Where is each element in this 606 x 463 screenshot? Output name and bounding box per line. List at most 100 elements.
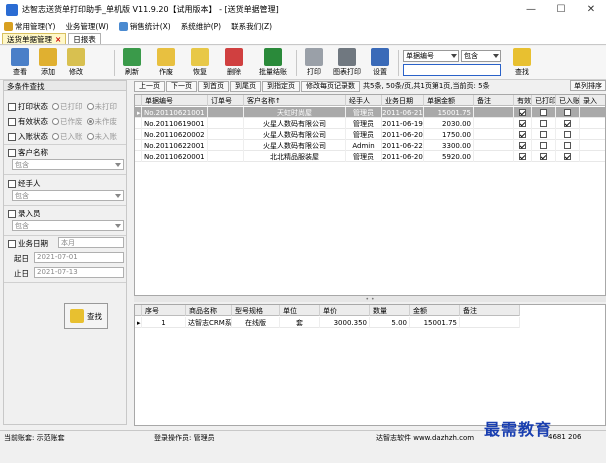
next-page-button[interactable]: 下一页 (166, 80, 197, 92)
grid-splitter[interactable]: • • (134, 296, 606, 303)
column-header[interactable]: 已打印 (532, 95, 556, 106)
column-header[interactable]: 客户名称↑ (244, 95, 346, 106)
last-page-button[interactable]: 到尾页 (230, 80, 261, 92)
page-size-button[interactable]: 修改每页记录数 (301, 80, 360, 92)
menu-common[interactable]: 常用管理(Y) (4, 21, 55, 32)
table-row[interactable]: ▸ No.20110621001 天虹时尚屋 管理员 2011-06-21 15001.7… (135, 107, 605, 118)
handler-checkbox[interactable] (8, 179, 16, 188)
batch-settle-button[interactable]: 批量结账 (256, 48, 290, 78)
printed-checkbox[interactable] (540, 120, 547, 127)
maximize-button[interactable]: ☐ (546, 0, 576, 19)
customer-checkbox[interactable] (8, 148, 16, 157)
add-button[interactable]: 添加 (34, 48, 62, 78)
valid-status-checkbox[interactable] (8, 117, 16, 126)
search-match-select[interactable]: 包含 (461, 50, 501, 62)
filter-find-button[interactable]: 查找 (64, 303, 108, 329)
table-row[interactable]: No.20110620002 火星人数码有限公司 管理员 2011-06-20 1750… (135, 129, 605, 140)
view-button[interactable]: 查看 (6, 48, 34, 78)
print-button[interactable]: 打印 (300, 48, 328, 78)
column-header[interactable]: 录入 (580, 95, 605, 106)
restore-button[interactable]: 恢复 (186, 48, 214, 78)
single-column-sort-button[interactable]: 单列排序 (570, 80, 606, 91)
printed-checkbox[interactable] (540, 109, 547, 116)
start-date-input[interactable]: 2021-07-01 (34, 252, 124, 263)
delete-button[interactable]: 删除 (220, 48, 248, 78)
column-header[interactable]: 备注 (474, 95, 514, 106)
printed-checkbox[interactable] (540, 153, 547, 160)
cell-amount: 5920.00 (424, 151, 474, 162)
entered-checkbox[interactable] (564, 142, 571, 149)
voided-radio[interactable] (52, 118, 59, 125)
printed-checkbox[interactable] (540, 142, 547, 149)
first-page-button[interactable]: 到首页 (198, 80, 229, 92)
print-status-checkbox[interactable] (8, 102, 16, 111)
column-header[interactable]: 单据金额 (424, 95, 474, 106)
search-button[interactable]: 查找 (508, 48, 536, 78)
tab-daily-report[interactable]: 日报表 (68, 33, 101, 44)
refresh-button[interactable]: 刷新 (118, 48, 146, 78)
valid-checkbox[interactable] (519, 153, 526, 160)
not-printed-radio[interactable] (86, 103, 94, 110)
button-label: 刷新 (125, 68, 139, 76)
search-field-select[interactable]: 单据编号 (403, 50, 459, 62)
menu-stats[interactable]: 销售统计(X) (118, 21, 171, 32)
table-row[interactable]: ▸1达智志CRM系统在线版套3000.3505.0015001.75 (135, 317, 520, 328)
column-header[interactable]: 有效 (514, 95, 532, 106)
valid-checkbox[interactable] (519, 120, 526, 127)
prev-page-button[interactable]: 上一页 (134, 80, 165, 92)
menu-contact[interactable]: 联系我们(Z) (231, 21, 272, 32)
valid-checkbox[interactable] (519, 142, 526, 149)
cell-valid (514, 129, 532, 140)
divider (4, 235, 126, 236)
tab-delivery-orders[interactable]: 送货单据管理 × (2, 33, 67, 44)
entered-checkbox[interactable] (564, 120, 571, 127)
column-header[interactable]: 商品名称 (186, 305, 232, 316)
biz-date-checkbox[interactable] (8, 239, 16, 248)
column-header[interactable]: 业务日期 (382, 95, 424, 106)
entered-checkbox[interactable] (564, 131, 571, 138)
void-button[interactable]: 作废 (152, 48, 180, 78)
customer-match-select[interactable]: 包含 (12, 159, 124, 170)
recorder-match-select[interactable]: 包含 (12, 220, 124, 231)
column-header[interactable]: 已入账 (556, 95, 580, 106)
not-entered-radio[interactable] (86, 133, 94, 140)
chart-print-button[interactable]: 图表打印 (330, 48, 364, 78)
handler-match-select[interactable]: 包含 (12, 190, 124, 201)
menu-business[interactable]: 业务管理(W) (65, 21, 108, 32)
filter-label: 客户名称 (18, 148, 48, 157)
edit-button[interactable]: 修改 (62, 48, 90, 78)
column-header[interactable]: 序号 (142, 305, 186, 316)
entered-checkbox[interactable] (564, 109, 571, 116)
valid-checkbox[interactable] (519, 109, 526, 116)
close-tab-icon[interactable]: × (55, 35, 61, 44)
entry-status-checkbox[interactable] (8, 132, 16, 141)
button-label: 打印 (307, 68, 321, 76)
entered-checkbox[interactable] (564, 153, 571, 160)
end-date-input[interactable]: 2021-07-13 (34, 267, 124, 278)
not-voided-radio[interactable] (86, 118, 94, 125)
printed-radio[interactable] (52, 103, 59, 110)
column-header[interactable]: 备注 (460, 305, 520, 316)
settings-button[interactable]: 设置 (366, 48, 394, 78)
recorder-checkbox[interactable] (8, 209, 16, 218)
table-row[interactable]: No.20110619001 火星人数码有限公司 管理员 2011-06-19 2030… (135, 118, 605, 129)
goto-page-button[interactable]: 到指定页 (262, 80, 300, 92)
close-button[interactable]: ✕ (576, 0, 606, 19)
column-header[interactable]: 型号规格 (232, 305, 280, 316)
column-header[interactable]: 单价 (320, 305, 370, 316)
column-header[interactable]: 单位 (280, 305, 320, 316)
table-row[interactable]: No.20110622001 火星人数码有限公司 Admin 2011-06-22 33… (135, 140, 605, 151)
column-header[interactable]: 数量 (370, 305, 410, 316)
valid-checkbox[interactable] (519, 131, 526, 138)
column-header[interactable]: 经手人 (346, 95, 382, 106)
column-header[interactable]: 单据编号 (142, 95, 208, 106)
entered-radio[interactable] (52, 133, 59, 140)
table-row[interactable]: No.20110620001 北北精品服装屋 管理员 2011-06-20 5920.0… (135, 151, 605, 162)
minimize-button[interactable]: — (516, 0, 546, 19)
search-input[interactable] (403, 64, 501, 76)
date-range-select[interactable]: 本月 (58, 237, 124, 248)
column-header[interactable]: 订单号 (208, 95, 244, 106)
menu-system[interactable]: 系统维护(P) (181, 21, 221, 32)
column-header[interactable]: 金额 (410, 305, 460, 316)
printed-checkbox[interactable] (540, 131, 547, 138)
